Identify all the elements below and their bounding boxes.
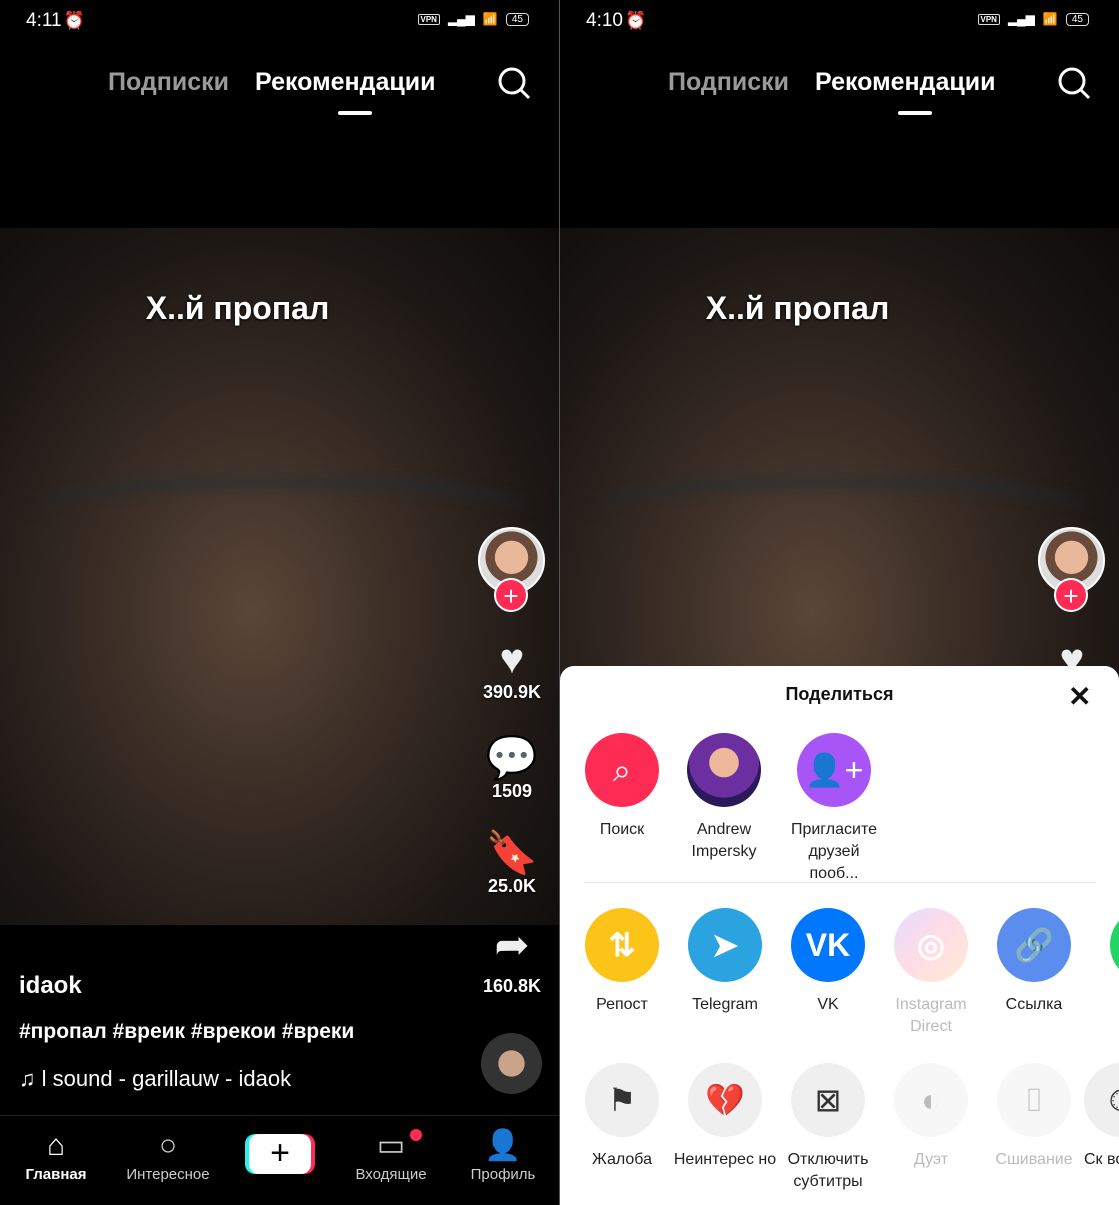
profile-icon: 👤 xyxy=(484,1129,522,1162)
duet-icon: ◐ xyxy=(894,1063,968,1137)
whatsapp-icon xyxy=(1110,908,1119,982)
avatar xyxy=(687,733,761,807)
share-contact-item[interactable]: Andrew Impersky xyxy=(672,733,776,863)
nav-inbox[interactable]: ▭ Входящие xyxy=(341,1126,441,1183)
like-button[interactable]: ♥390.9K xyxy=(472,636,552,703)
comment-button[interactable]: 💬 1509 xyxy=(472,735,552,802)
share-stitch-item[interactable]: ⌷ Сшивание xyxy=(982,1063,1086,1171)
battery-icon: 45 xyxy=(505,12,529,26)
hashtags[interactable]: #пропал #вреик #врекои #вреки xyxy=(19,1020,354,1044)
alarm-icon: ⏰ xyxy=(63,11,85,30)
battery-icon: 45 xyxy=(1065,12,1089,26)
bookmark-icon: 🔖 xyxy=(485,829,539,876)
comment-icon: 💬 xyxy=(485,734,539,781)
share-telegram-item[interactable]: ➤ Telegram xyxy=(673,908,777,1016)
report-icon: ⚑ xyxy=(585,1063,659,1137)
share-repost-item[interactable]: ⇅ Репост xyxy=(570,908,674,1016)
alarm-icon: ⏰ xyxy=(624,11,647,30)
share-sheet: Поделиться ✕ ⌕ Поиск Andrew Impersky 👤+ Пригла… xyxy=(560,666,1119,1205)
share-speed-item[interactable]: ⏱Ск восп xyxy=(1084,1063,1119,1171)
speed-icon: ⏱ xyxy=(1084,1063,1119,1137)
tab-for-you[interactable]: Рекомендации xyxy=(815,68,995,97)
tab-following[interactable]: Подписки xyxy=(108,68,229,97)
signal-icon: ▂▄▆ xyxy=(447,12,475,26)
nav-discover[interactable]: ○ Интересное xyxy=(118,1126,218,1183)
username[interactable]: idaok xyxy=(19,972,82,1000)
sound-link[interactable]: ♫ l sound - garillauw - idaok xyxy=(19,1066,299,1092)
home-icon: ⌂ xyxy=(46,1129,66,1162)
share-whatsapp-item[interactable] xyxy=(1095,908,1119,994)
create-button[interactable]: + xyxy=(249,1134,311,1174)
repost-icon: ⇅ xyxy=(585,908,659,982)
search-icon[interactable] xyxy=(497,66,531,100)
video-player[interactable]: Х..й пропал xyxy=(0,228,559,925)
follow-button[interactable]: + xyxy=(494,578,528,612)
stitch-icon: ⌷ xyxy=(997,1063,1071,1137)
feed-tabs: Подписки Рекомендации xyxy=(668,68,996,97)
nav-profile[interactable]: 👤 Профиль xyxy=(453,1126,553,1183)
wifi-icon: 📶 xyxy=(1042,12,1058,26)
share-sheet-title: Поделиться xyxy=(785,684,894,704)
wifi-icon: 📶 xyxy=(482,12,498,26)
active-tab-indicator xyxy=(898,111,932,115)
share-captions-off-item[interactable]: ⊠ Отключить субтитры xyxy=(776,1063,880,1193)
video-overlay-text: Х..й пропал xyxy=(145,290,330,326)
status-time: 4:10 ⏰ xyxy=(586,10,647,31)
active-tab-indicator xyxy=(338,111,372,115)
search-icon: ⌕ xyxy=(585,733,659,807)
copy-link-icon: 🔗 xyxy=(997,908,1071,982)
status-icons: VPN ▂▄▆ 📶 45 xyxy=(417,12,529,26)
heart-icon: ♥ xyxy=(499,635,525,682)
notification-badge xyxy=(410,1129,422,1141)
bottom-nav: ⌂ Главная ○ Интересное + ▭ Входящие 👤 Профил… xyxy=(0,1115,559,1205)
sound-disc[interactable] xyxy=(481,1033,542,1094)
vpn-icon: VPN xyxy=(417,13,440,25)
share-duet-item[interactable]: ◐ Дуэт xyxy=(879,1063,983,1171)
feed-tabs: Подписки Рекомендации xyxy=(108,68,436,97)
share-copy-link-item[interactable]: 🔗 Ссылка xyxy=(982,908,1086,1016)
not-interested-icon: 💔 xyxy=(688,1063,762,1137)
vpn-icon: VPN xyxy=(977,13,1000,25)
add-user-icon: 👤+ xyxy=(797,733,871,807)
tab-following[interactable]: Подписки xyxy=(668,68,789,97)
screen-feed: 4:11 ⏰ VPN ▂▄▆ 📶 45 Подписки Рекомендации… xyxy=(0,0,559,1205)
signal-icon: ▂▄▆ xyxy=(1007,12,1035,26)
bookmark-button[interactable]: 🔖 25.0K xyxy=(472,830,552,897)
share-instagram-item[interactable]: ◎ Instagram Direct xyxy=(879,908,983,1038)
search-icon: ○ xyxy=(158,1129,178,1162)
nav-home[interactable]: ⌂ Главная xyxy=(6,1126,106,1183)
share-not-interested-item[interactable]: 💔 Неинтерес но xyxy=(673,1063,777,1171)
inbox-icon: ▭ xyxy=(376,1129,406,1162)
vk-icon: VK xyxy=(791,908,865,982)
search-icon[interactable] xyxy=(1057,66,1091,100)
share-invite-item[interactable]: 👤+ Пригласите друзей пооб... xyxy=(782,733,886,885)
status-icons: VPN ▂▄▆ 📶 45 xyxy=(977,12,1089,26)
follow-button[interactable]: + xyxy=(1054,578,1088,612)
telegram-icon: ➤ xyxy=(688,908,762,982)
close-icon[interactable]: ✕ xyxy=(1068,680,1091,713)
status-time: 4:11 ⏰ xyxy=(26,10,85,31)
share-button[interactable]: ➦ 160.8K xyxy=(472,922,552,997)
captions-off-icon: ⊠ xyxy=(791,1063,865,1137)
screen-share: 4:10 ⏰ VPN ▂▄▆ 📶 45 Подписки Рекомендации… xyxy=(560,0,1119,1205)
share-icon: ➦ xyxy=(494,921,530,968)
share-vk-item[interactable]: VK VK xyxy=(776,908,880,1016)
tab-for-you[interactable]: Рекомендации xyxy=(255,68,435,97)
instagram-icon: ◎ xyxy=(894,908,968,982)
share-report-item[interactable]: ⚑ Жалоба xyxy=(570,1063,674,1171)
video-overlay-text: Х..й пропал xyxy=(705,290,890,326)
share-search-item[interactable]: ⌕ Поиск xyxy=(570,733,674,841)
